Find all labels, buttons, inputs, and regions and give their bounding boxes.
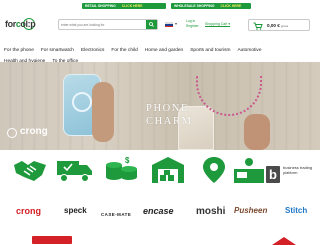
shopping-cart-link[interactable]: Shopping Cart ▾ bbox=[205, 22, 230, 26]
cart-gross-label: gross bbox=[280, 24, 289, 28]
house-icon bbox=[272, 237, 296, 245]
retail-click-here[interactable]: CLICK HERE bbox=[122, 4, 143, 8]
coins-icon[interactable]: $ bbox=[104, 155, 140, 185]
registration-desk-icon[interactable] bbox=[232, 155, 268, 185]
nav-row-1: For the phone For smartwatch Electronics Fo… bbox=[0, 38, 320, 53]
logo-text: forcol:p bbox=[5, 19, 36, 29]
header: forcol:p ▾ Log in Register Shopping Cart… bbox=[0, 13, 320, 37]
search-button[interactable] bbox=[146, 20, 157, 29]
brand-stitch[interactable]: Stitch bbox=[285, 206, 307, 215]
wholesale-shopping-link[interactable]: WHOLESALE SHOPPING CLICK HERE bbox=[171, 3, 251, 9]
business-platform-link[interactable]: b business trading platform bbox=[266, 165, 316, 185]
cart-amount: 0,00 €gross bbox=[267, 23, 289, 28]
nav-row-2: Health and hygieneTo the office bbox=[0, 49, 320, 64]
brand-moshi[interactable]: moshi bbox=[196, 206, 225, 217]
retail-shopping-label: RETAIL SHOPPING bbox=[85, 4, 116, 8]
feature-icons: $ b business trading platform bbox=[0, 153, 320, 197]
banner-headline: PHONE CHARM bbox=[146, 103, 193, 127]
crong-c-icon bbox=[7, 128, 17, 138]
warehouse-icon[interactable] bbox=[150, 155, 186, 185]
handshake-icon[interactable] bbox=[12, 155, 48, 185]
location-pin-icon[interactable] bbox=[196, 155, 232, 185]
brand-encase[interactable]: encase bbox=[143, 206, 174, 216]
hero-banner[interactable]: PHONE CHARM crong bbox=[0, 62, 320, 150]
chevron-down-icon: ▾ bbox=[175, 21, 178, 26]
brand-strip: crong speck CASE-MATE encase moshi Pushe… bbox=[0, 200, 320, 224]
wholesale-click-here[interactable]: CLICK HERE bbox=[221, 4, 242, 8]
brand-crong[interactable]: crong bbox=[16, 206, 41, 216]
magsafe-ring bbox=[72, 92, 92, 112]
retail-shopping-link[interactable]: RETAIL SHOPPING CLICK HERE bbox=[82, 3, 166, 9]
hand-image bbox=[92, 82, 114, 142]
brand-pusheen[interactable]: Pusheen bbox=[234, 206, 267, 215]
search-box bbox=[58, 19, 158, 30]
business-b-icon: b bbox=[266, 166, 280, 183]
czech-flag-icon bbox=[165, 22, 173, 28]
delivery-truck-icon[interactable] bbox=[56, 155, 92, 185]
brand-case-mate[interactable]: CASE-MATE bbox=[101, 212, 131, 217]
main-navigation: For the phone For smartwatch Electronics Fo… bbox=[0, 38, 320, 64]
search-icon bbox=[149, 22, 154, 27]
language-selector[interactable]: ▾ bbox=[165, 21, 179, 28]
register-link[interactable]: Register bbox=[186, 24, 200, 29]
red-badge-image bbox=[32, 236, 72, 244]
search-input[interactable] bbox=[61, 21, 141, 29]
business-platform-label: business trading platform bbox=[283, 165, 313, 175]
wholesale-shopping-label: WHOLESALE SHOPPING bbox=[174, 4, 215, 8]
account-links: Log in Register bbox=[186, 19, 200, 33]
second-hand-image bbox=[244, 114, 270, 150]
top-bar: RETAIL SHOPPING CLICK HERE WHOLESALE SHOP… bbox=[0, 0, 320, 11]
site-logo[interactable]: forcol:p bbox=[5, 15, 51, 33]
brand-speck[interactable]: speck bbox=[64, 206, 87, 215]
cart-summary[interactable]: 0,00 €gross bbox=[248, 19, 310, 31]
svg-text:$: $ bbox=[125, 156, 130, 165]
bottom-partial-row bbox=[0, 232, 320, 245]
cart-icon bbox=[253, 22, 263, 30]
